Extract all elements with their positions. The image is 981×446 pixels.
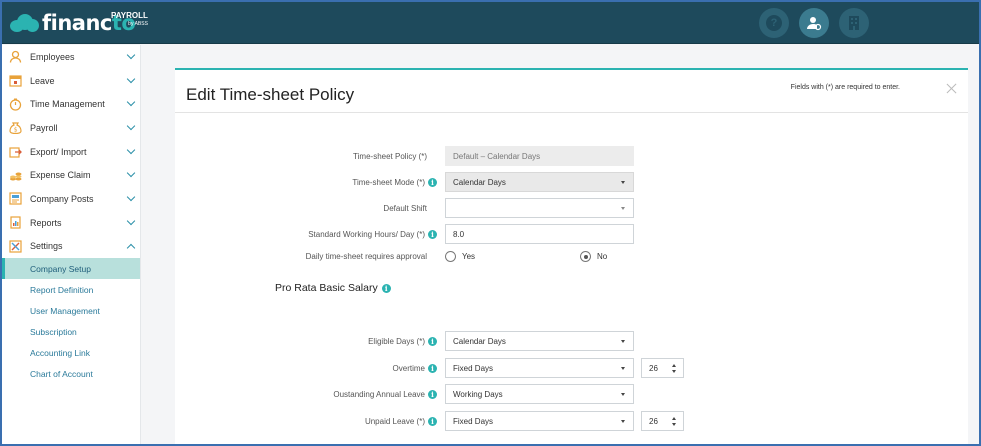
sidebar-subitem-company-setup[interactable]: Company Setup [2, 258, 140, 280]
sidebar: Employees Leave Time Management $ Payrol… [2, 45, 141, 444]
caret-down-icon [621, 420, 625, 423]
posts-icon [8, 192, 22, 206]
sidebar-subitem-report-definition[interactable]: Report Definition [2, 279, 140, 300]
sidebar-item-payroll[interactable]: $ Payroll [2, 116, 140, 140]
shift-label: Default Shift [383, 203, 427, 213]
unpaid-days-stepper[interactable]: 26 [641, 411, 684, 431]
sidebar-item-reports[interactable]: Reports [2, 211, 140, 235]
annual-leave-select[interactable]: Working Days [445, 384, 634, 404]
coins-icon [8, 168, 22, 182]
caret-down-icon [621, 367, 625, 370]
chevron-down-icon [126, 50, 136, 60]
overtime-days-stepper[interactable]: 26 [641, 358, 684, 378]
policy-field: Default – Calendar Days [445, 146, 634, 166]
caret-down-icon [621, 393, 625, 396]
divider [175, 112, 968, 113]
chevron-down-icon [126, 74, 136, 83]
sidebar-subitem-user-management[interactable]: User Management [2, 300, 140, 321]
chevron-down-icon [126, 121, 136, 131]
calendar-icon [8, 74, 22, 88]
policy-label: Time-sheet Policy (*) [353, 151, 427, 161]
info-icon[interactable]: i [428, 389, 437, 399]
sidebar-item-expense-claim[interactable]: Expense Claim [2, 163, 140, 187]
info-icon[interactable]: i [428, 229, 437, 239]
chevron-down-icon [126, 192, 136, 202]
svg-text:$: $ [13, 127, 17, 134]
stopwatch-icon [8, 97, 22, 111]
sidebar-item-leave[interactable]: Leave [2, 69, 140, 93]
cloud-logo-icon [10, 13, 40, 33]
info-icon[interactable]: i [428, 336, 437, 346]
mode-select[interactable]: Calendar Days [445, 172, 634, 192]
top-bar: financto PAYROLL by ABSS ? [2, 2, 979, 44]
shift-select[interactable] [445, 198, 634, 218]
chevron-down-icon [126, 169, 136, 178]
chevron-down-icon [126, 98, 136, 107]
building-icon[interactable] [839, 8, 869, 38]
sidebar-subitem-accounting-link[interactable]: Accounting Link [2, 342, 140, 363]
money-bag-icon: $ [8, 121, 22, 135]
sidebar-item-export-import[interactable]: Export/ Import [2, 140, 140, 164]
hours-input[interactable]: 8.0 [445, 224, 634, 244]
required-note: Fields with (*) are required to enter. [790, 84, 900, 91]
overtime-label: Overtime i [175, 358, 437, 378]
annual-leave-label: Oustanding Annual Leave i [175, 384, 437, 404]
caret-down-icon [621, 207, 625, 210]
chevron-down-icon [126, 216, 136, 226]
chevron-up-icon [126, 243, 136, 252]
approval-yes-radio[interactable]: Yes [445, 251, 475, 262]
eligible-select[interactable]: Calendar Days [445, 331, 634, 351]
info-icon[interactable]: i [428, 177, 437, 187]
sidebar-item-company-posts[interactable]: Company Posts [2, 187, 140, 211]
page-title: Edit Time-sheet Policy [186, 85, 355, 104]
info-icon[interactable]: i [428, 363, 437, 373]
close-icon[interactable] [946, 82, 958, 94]
caret-down-icon [621, 340, 625, 343]
mode-label: Time-sheet Mode (*) i [175, 172, 437, 192]
sidebar-item-employees[interactable]: Employees [2, 45, 140, 69]
info-icon[interactable]: i [428, 416, 437, 426]
edit-policy-panel: Edit Time-sheet Policy Fields with (*) a… [175, 68, 968, 444]
approval-no-radio[interactable]: No [580, 251, 607, 262]
approval-label: Daily time-sheet requires approval [305, 251, 427, 261]
sidebar-item-settings[interactable]: Settings [2, 235, 140, 259]
hours-label: Standard Working Hours/ Day (*) i [175, 224, 437, 244]
app-window: financto PAYROLL by ABSS ? Employees Lea… [0, 0, 981, 446]
spinner-icon[interactable] [672, 364, 677, 373]
report-icon [8, 216, 22, 230]
chevron-down-icon [126, 145, 136, 154]
eligible-label: Eligible Days (*) i [175, 331, 437, 351]
info-icon[interactable]: i [381, 283, 391, 293]
unpaid-leave-label: Unpaid Leave (*) i [175, 411, 437, 431]
spinner-icon[interactable] [672, 417, 677, 426]
user-settings-icon[interactable] [799, 8, 829, 38]
caret-down-icon [621, 181, 625, 184]
help-icon[interactable]: ? [759, 8, 789, 38]
employee-icon [8, 50, 22, 64]
overtime-select[interactable]: Fixed Days [445, 358, 634, 378]
pro-rata-section-title: Pro Rata Basic Salary i [275, 282, 391, 294]
export-icon [8, 145, 22, 159]
settings-icon [8, 239, 22, 253]
sidebar-subitem-subscription[interactable]: Subscription [2, 321, 140, 342]
brand-product: PAYROLL by ABSS [111, 11, 148, 28]
sidebar-subitem-chart-of-account[interactable]: Chart of Account [2, 363, 140, 384]
sidebar-item-time-management[interactable]: Time Management [2, 92, 140, 116]
unpaid-leave-select[interactable]: Fixed Days [445, 411, 634, 431]
